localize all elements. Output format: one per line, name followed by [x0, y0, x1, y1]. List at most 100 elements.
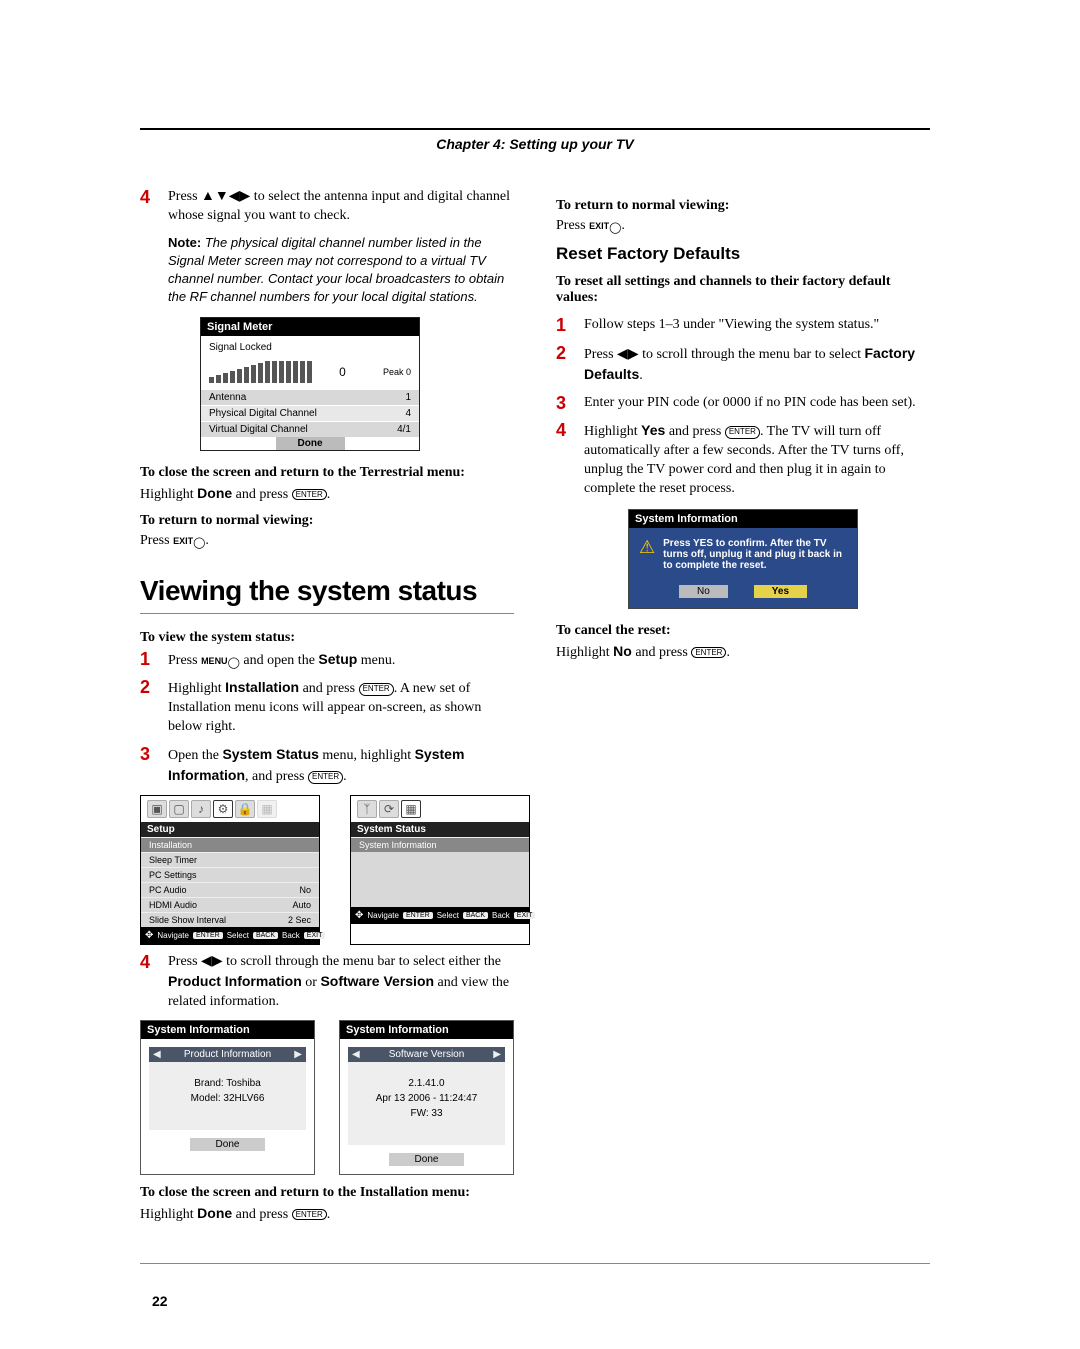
- signal-meter-body: Signal Locked 0 Peak 0: [201, 336, 419, 389]
- chevron-left-icon: ◀: [352, 1049, 360, 1060]
- enter-icon: ENTER: [725, 426, 760, 439]
- step-number: 4: [140, 188, 158, 226]
- return-normal-heading: To return to normal viewing:: [140, 513, 514, 529]
- antenna-icon: ᛉ: [357, 800, 377, 818]
- signal-locked-label: Signal Locked: [209, 342, 411, 353]
- close-terrestrial-heading: To close the screen and return to the Te…: [140, 465, 514, 481]
- product-info-body: Brand: ToshibaModel: 32HLV66: [149, 1062, 306, 1130]
- note-label: Note:: [168, 235, 201, 250]
- close-terrestrial-body: Highlight Done and press ENTER.: [140, 485, 514, 503]
- tab-icon: ♪: [191, 800, 211, 818]
- software-version-body: 2.1.41.0Apr 13 2006 - 11:24:47FW: 33: [348, 1062, 505, 1145]
- step-number: 1: [556, 316, 574, 336]
- enter-icon: ENTER: [691, 647, 726, 658]
- return-normal-heading: To return to normal viewing:: [556, 198, 930, 214]
- page-number: 22: [152, 1293, 168, 1309]
- enter-icon: ENTER: [308, 771, 343, 784]
- confirm-message: Press YES to confirm. After the TV turns…: [663, 538, 847, 571]
- step-number: 1: [140, 650, 158, 671]
- return-normal-body: Press EXIT◯.: [140, 533, 514, 549]
- cancel-reset-heading: To cancel the reset:: [556, 623, 930, 639]
- tab-icon: ▣: [147, 800, 167, 818]
- signal-meter-done: Done: [201, 437, 419, 450]
- step-text: Open the System Status menu, highlight S…: [168, 745, 514, 787]
- cancel-reset-body: Highlight No and press ENTER.: [556, 643, 930, 661]
- step-number: 4: [556, 421, 574, 499]
- signal-bars: [209, 357, 312, 383]
- signal-zero: 0: [339, 365, 346, 379]
- confirm-body: ⚠ Press YES to confirm. After the TV tur…: [629, 528, 857, 581]
- warning-icon: ⚠: [639, 538, 655, 556]
- right-column: To return to normal viewing: Press EXIT◯…: [556, 188, 930, 1233]
- setup-menu-figure: ▣ ▢ ♪ ⚙ 🔒 ▦ Setup InstallationSleep Time…: [140, 795, 320, 945]
- signal-peak: Peak 0: [383, 367, 411, 377]
- product-info-tab: ◀ Product Information ▶: [149, 1047, 306, 1062]
- software-version-box: System Information ◀ Software Version ▶ …: [339, 1020, 514, 1175]
- software-version-tab: ◀ Software Version ▶: [348, 1047, 505, 1062]
- product-information-box: System Information ◀ Product Information…: [140, 1020, 315, 1175]
- enter-icon: ENTER: [292, 489, 327, 500]
- tab-icon: ⚙: [213, 800, 233, 818]
- menu-figures-row: ▣ ▢ ♪ ⚙ 🔒 ▦ Setup InstallationSleep Time…: [140, 795, 514, 945]
- step-3: 3 Open the System Status menu, highlight…: [140, 745, 514, 787]
- exit-icon: EXIT: [173, 536, 193, 546]
- setup-menu-list: InstallationSleep TimerPC SettingsPC Aud…: [141, 837, 319, 927]
- tab-icons: ▣ ▢ ♪ ⚙ 🔒 ▦: [141, 796, 319, 822]
- tab-icons: ᛉ ⟳ ▦: [351, 796, 529, 822]
- enter-icon: ENTER: [359, 683, 394, 696]
- step-number: 4: [140, 953, 158, 1012]
- footer-rule: [140, 1263, 930, 1264]
- navigate-icon: ✥: [355, 910, 363, 921]
- chevron-right-icon: ▶: [493, 1049, 501, 1060]
- yes-button: Yes: [754, 585, 807, 598]
- step-1: 1 Follow steps 1–3 under "Viewing the sy…: [556, 316, 930, 336]
- system-status-title: System Status: [351, 822, 529, 837]
- enter-icon: ENTER: [292, 1209, 327, 1220]
- confirm-title: System Information: [629, 510, 857, 528]
- navigate-icon: ✥: [145, 930, 153, 941]
- step-text: Enter your PIN code (or 0000 if no PIN c…: [584, 394, 916, 414]
- sysinfo-title: System Information: [340, 1021, 513, 1039]
- step-number: 3: [140, 745, 158, 787]
- system-info-row: System Information ◀ Product Information…: [140, 1020, 514, 1175]
- menu-footer: ✥Navigate ENTERSelect BACKBack EXITExit: [351, 907, 529, 924]
- confirm-buttons: No Yes: [629, 581, 857, 608]
- signal-meter: Signal Meter Signal Locked 0 Peak 0 Ante…: [200, 317, 420, 451]
- step-number: 3: [556, 394, 574, 414]
- menu-icon: MENU: [201, 656, 228, 666]
- return-normal-body: Press EXIT◯.: [556, 218, 930, 234]
- tab-icon: ▦: [257, 800, 277, 818]
- view-status-heading: To view the system status:: [140, 630, 514, 646]
- step-3: 3 Enter your PIN code (or 0000 if no PIN…: [556, 394, 930, 414]
- done-button: Done: [141, 1138, 314, 1151]
- chapter-heading: Chapter 4: Setting up your TV: [140, 128, 930, 152]
- step-text: Press ▲▼◀▶ to select the antenna input a…: [168, 188, 514, 226]
- tab-icon: ⟳: [379, 800, 399, 818]
- columns: 4 Press ▲▼◀▶ to select the antenna input…: [140, 188, 930, 1233]
- tab-icon: ▢: [169, 800, 189, 818]
- system-status-menu-figure: ᛉ ⟳ ▦ System Status System Information ✥…: [350, 795, 530, 945]
- step-number: 2: [140, 678, 158, 737]
- step-1: 1 Press MENU◯ and open the Setup menu.: [140, 650, 514, 671]
- note: Note: The physical digital channel numbe…: [168, 234, 514, 307]
- step-4: 4 Highlight Yes and press ENTER. The TV …: [556, 421, 930, 499]
- no-button: No: [679, 585, 728, 598]
- signal-meter-figure: Signal Meter Signal Locked 0 Peak 0 Ante…: [200, 317, 514, 451]
- system-status-list: System Information: [351, 837, 529, 907]
- tab-icon: ▦: [401, 800, 421, 818]
- chevron-right-icon: ▶: [294, 1049, 302, 1060]
- step-text: Press ◀▶ to scroll through the menu bar …: [168, 953, 514, 1012]
- done-button: Done: [340, 1153, 513, 1166]
- step-text: Follow steps 1–3 under "Viewing the syst…: [584, 316, 879, 336]
- step-text: Highlight Installation and press ENTER. …: [168, 678, 514, 737]
- menu-footer: ✥Navigate ENTERSelect BACKBack EXITExit: [141, 927, 319, 944]
- section-heading: Viewing the system status: [140, 575, 514, 614]
- sysinfo-title: System Information: [141, 1021, 314, 1039]
- confirm-dialog: System Information ⚠ Press YES to confir…: [628, 509, 858, 609]
- step-2: 2 Highlight Installation and press ENTER…: [140, 678, 514, 737]
- step-4b: 4 Press ◀▶ to scroll through the menu ba…: [140, 953, 514, 1012]
- step-number: 2: [556, 344, 574, 386]
- step-4: 4 Press ▲▼◀▶ to select the antenna input…: [140, 188, 514, 226]
- step-text: Press MENU◯ and open the Setup menu.: [168, 650, 395, 671]
- signal-meter-rows: Antenna1Physical Digital Channel4Virtual…: [201, 389, 419, 437]
